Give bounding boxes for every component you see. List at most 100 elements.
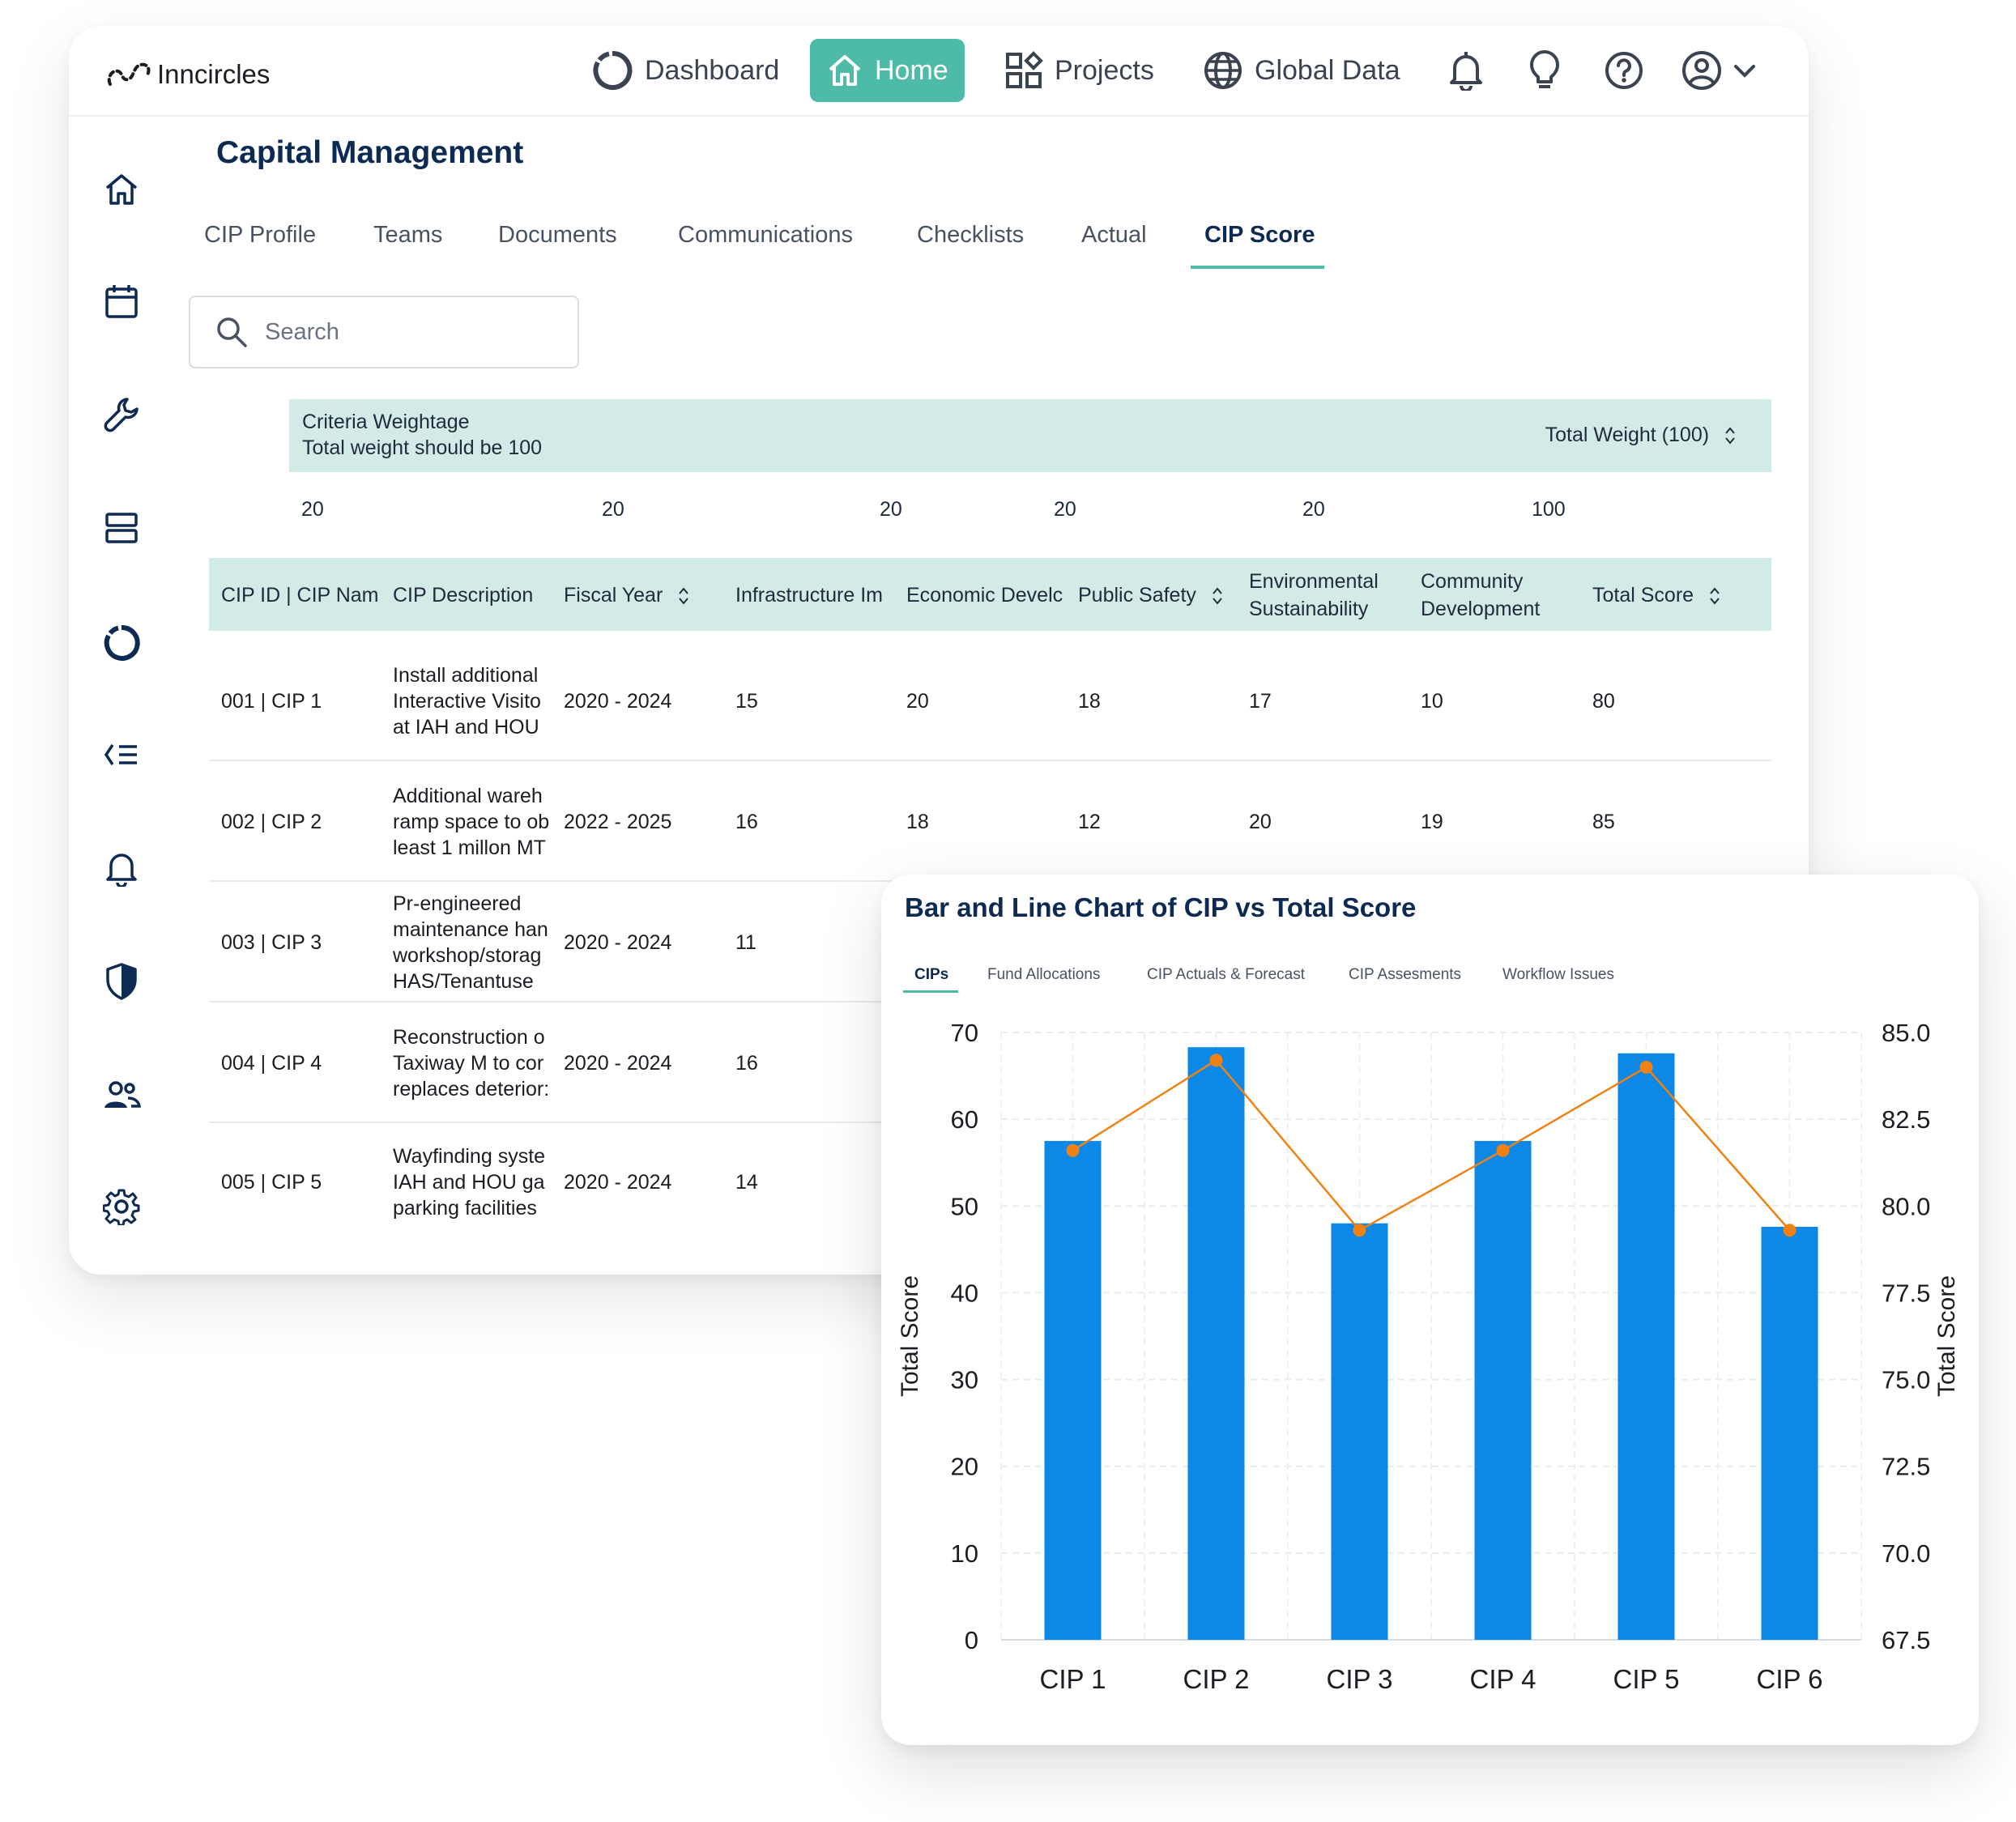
x-tick-label: CIP 5: [1613, 1664, 1680, 1694]
nav-global-data[interactable]: Global Data: [1203, 39, 1400, 102]
cell-fiscal-year: 2020 - 2024: [564, 690, 672, 713]
sort-icon: [1213, 587, 1222, 605]
col-environmental-line2: Sustainability: [1249, 598, 1369, 620]
cell-cip-id[interactable]: 003 | CIP 3: [221, 931, 322, 955]
user-menu-button[interactable]: [1681, 49, 1770, 92]
x-tick-label: CIP 3: [1327, 1664, 1393, 1694]
cell-community: 10: [1421, 690, 1443, 713]
col-community-line1: Community: [1421, 570, 1524, 593]
col-fiscal-year[interactable]: Fiscal Year: [564, 584, 726, 607]
sidebar-home[interactable]: [99, 167, 144, 212]
col-public-safety[interactable]: Public Safety: [1078, 584, 1240, 607]
cell-infrastructure: 16: [735, 1052, 758, 1075]
y-right-tick-label: 72.5: [1882, 1453, 1930, 1481]
cell-infrastructure: 14: [735, 1171, 758, 1194]
nav-home[interactable]: Home: [810, 39, 965, 102]
sidebar-users[interactable]: [99, 1072, 144, 1117]
weightage-subtitle: Total weight should be 100: [302, 436, 543, 459]
description-line: Reconstruction o: [393, 1026, 545, 1049]
cell-cip-id[interactable]: 005 | CIP 5: [221, 1171, 322, 1194]
tab-cip-profile[interactable]: CIP Profile: [204, 222, 316, 249]
search-input[interactable]: [263, 313, 566, 351]
sidebar-calendar[interactable]: [99, 279, 144, 324]
sidebar-security[interactable]: [99, 959, 144, 1004]
active-tab-indicator: [1191, 266, 1324, 269]
cell-fiscal-year: 2020 - 2024: [564, 1171, 672, 1194]
chart-bar: [1761, 1227, 1818, 1640]
weight-value[interactable]: 20: [1302, 498, 1325, 521]
weight-value[interactable]: 20: [301, 498, 324, 521]
chart-bar: [1044, 1140, 1102, 1640]
y-right-tick-label: 80.0: [1882, 1192, 1930, 1220]
y-left-tick-label: 70: [951, 1019, 978, 1047]
search-icon: [217, 317, 247, 347]
nav-projects[interactable]: Projects: [1004, 39, 1154, 102]
total-weight-sort[interactable]: Total Weight (100): [1545, 424, 1736, 447]
gear-icon: [103, 1189, 140, 1225]
nav-projects-label: Projects: [1055, 54, 1154, 86]
cell-cip-id[interactable]: 001 | CIP 1: [221, 690, 322, 713]
weight-value[interactable]: 20: [880, 498, 902, 521]
tab-communications[interactable]: Communications: [678, 222, 853, 249]
cell-description: Pr-engineered maintenance han workshop/s…: [393, 891, 555, 994]
cell-fiscal-year: 2020 - 2024: [564, 931, 672, 954]
sidebar-dashboard[interactable]: [99, 620, 144, 666]
sidebar: [69, 117, 174, 1275]
cell-community: 19: [1421, 811, 1443, 833]
cell-public-safety: 12: [1078, 811, 1101, 833]
notifications-button[interactable]: [1444, 49, 1488, 92]
app-logo[interactable]: Inncircles: [105, 50, 270, 99]
top-navigation-bar: Inncircles Dashboard Home Projects Globa…: [69, 26, 1809, 117]
chart-bar: [1187, 1047, 1245, 1640]
weight-value[interactable]: 20: [602, 498, 624, 521]
chevron-down-icon: [1734, 65, 1755, 78]
y-left-tick-label: 0: [965, 1626, 978, 1654]
weight-value[interactable]: 20: [1054, 498, 1076, 521]
chart-bar: [1474, 1140, 1532, 1640]
tab-cip-score[interactable]: CIP Score: [1204, 222, 1315, 249]
tab-checklists[interactable]: Checklists: [917, 222, 1024, 249]
tab-teams[interactable]: Teams: [373, 222, 442, 249]
y-left-tick-label: 20: [951, 1453, 978, 1481]
sidebar-storage[interactable]: [99, 505, 144, 551]
sidebar-notifications[interactable]: [99, 845, 144, 891]
sidebar-checklist[interactable]: [99, 732, 144, 777]
help-button[interactable]: [1602, 49, 1646, 92]
cell-cip-id[interactable]: 002 | CIP 2: [221, 811, 322, 834]
cell-total-score: 85: [1592, 811, 1615, 833]
col-total-score[interactable]: Total Score: [1592, 584, 1754, 607]
y-right-tick-label: 77.5: [1882, 1279, 1930, 1307]
sidebar-settings[interactable]: [99, 1184, 144, 1229]
user-avatar-icon: [1682, 51, 1721, 90]
cell-total-score: 80: [1592, 690, 1615, 713]
cell-cip-id[interactable]: 004 | CIP 4: [221, 1052, 322, 1075]
description-line: Taxiway M to cor: [393, 1052, 544, 1075]
y-right-tick-label: 70.0: [1882, 1539, 1930, 1568]
x-tick-label: CIP 2: [1183, 1664, 1250, 1694]
description-line: Pr-engineered: [393, 892, 522, 915]
col-cip-description: CIP Description: [393, 584, 534, 607]
cell-fiscal-year: 2020 - 2024: [564, 1052, 672, 1075]
cell-infrastructure: 11: [735, 931, 757, 954]
sidebar-tools[interactable]: [99, 392, 144, 437]
y-left-tick-label: 50: [951, 1192, 978, 1220]
chart-panel: Bar and Line Chart of CIP vs Total Score…: [881, 875, 1979, 1745]
col-fiscal-year-label: Fiscal Year: [564, 584, 663, 607]
tab-actual[interactable]: Actual: [1081, 222, 1147, 249]
search-box[interactable]: [189, 296, 579, 368]
description-line: Wayfinding syste: [393, 1145, 546, 1168]
row-divider: [209, 760, 1771, 761]
bell-icon: [106, 854, 137, 887]
y-left-tick-label: 10: [951, 1539, 978, 1568]
x-tick-label: CIP 6: [1757, 1664, 1823, 1694]
nav-dashboard[interactable]: Dashboard: [591, 39, 779, 102]
tab-documents[interactable]: Documents: [498, 222, 617, 249]
dashboard-icon: [593, 50, 633, 90]
description-line: ramp space to ob: [393, 811, 550, 833]
description-line: replaces deterior:: [393, 1078, 550, 1100]
y-right-tick-label: 82.5: [1882, 1105, 1930, 1134]
ideas-button[interactable]: [1523, 49, 1566, 92]
users-icon: [104, 1081, 141, 1108]
y-left-tick-label: 40: [951, 1279, 978, 1307]
y-right-tick-label: 67.5: [1882, 1626, 1930, 1654]
